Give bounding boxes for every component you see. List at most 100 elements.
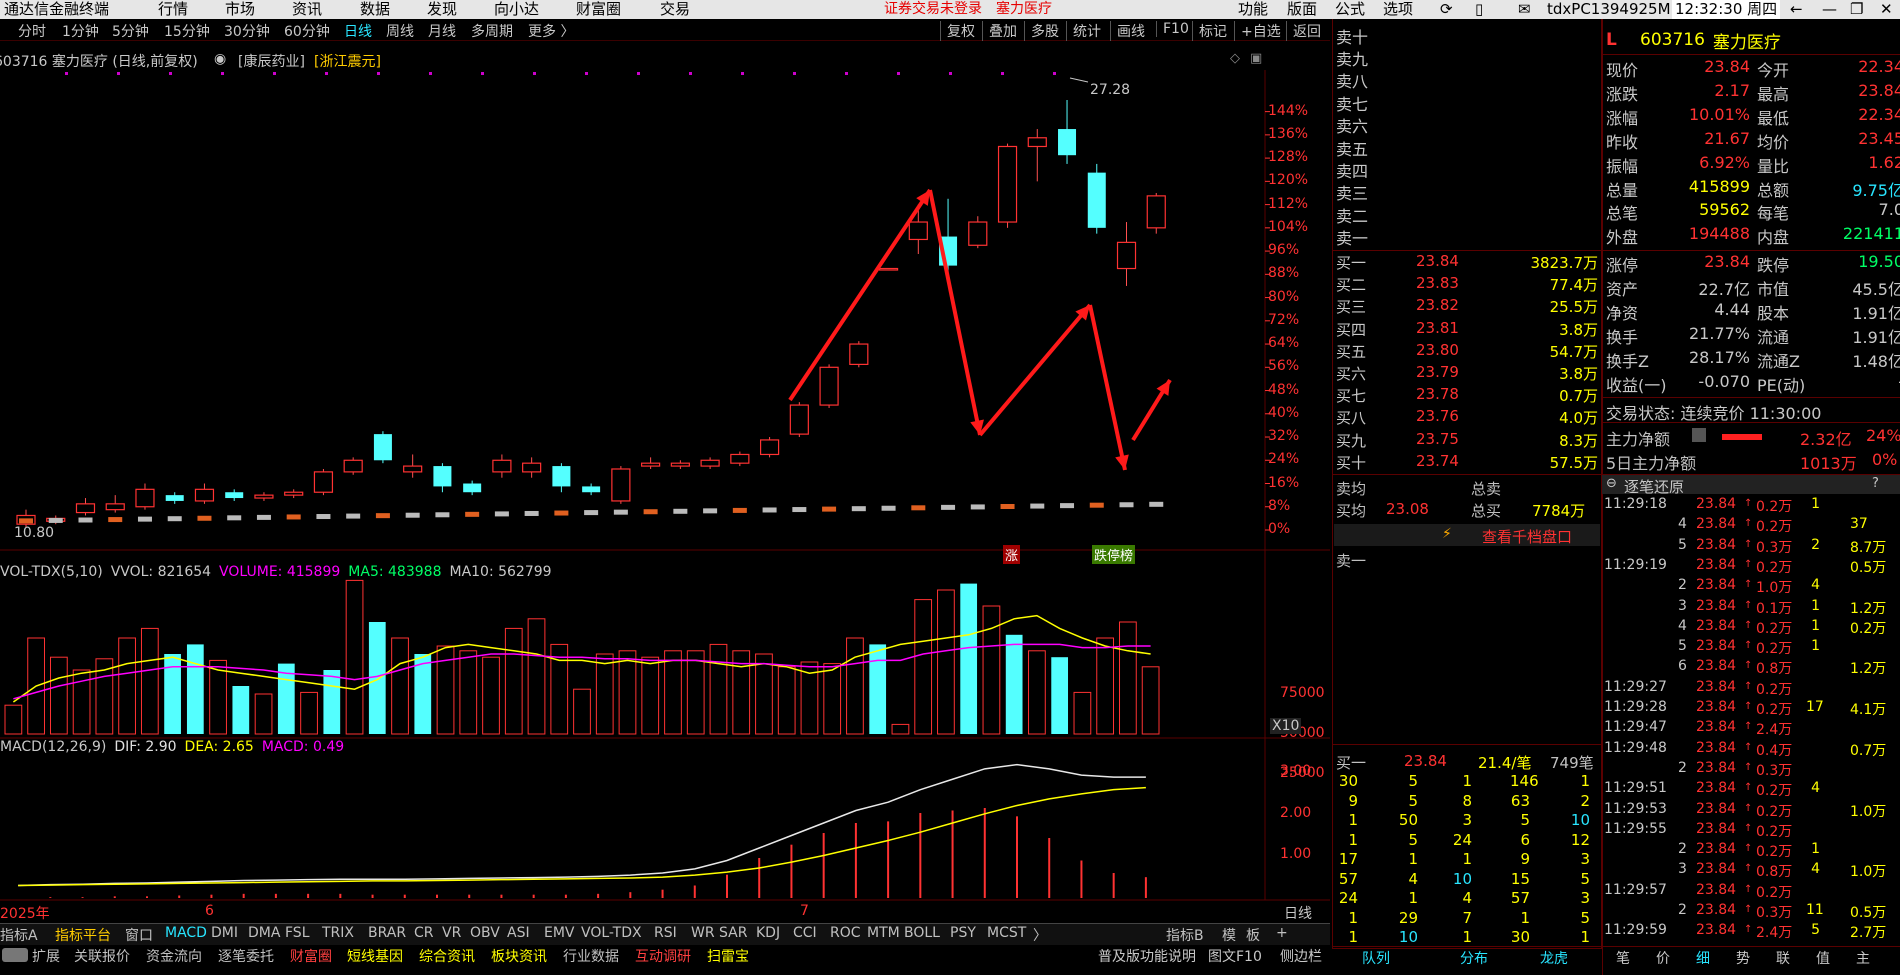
tick-tab-bi[interactable]: 笔 <box>1616 948 1630 968</box>
menu-gongshi[interactable]: 公式 <box>1335 0 1365 19</box>
bottom-link[interactable]: 板块资讯 <box>491 946 547 966</box>
indicator-tab[interactable]: CCI <box>793 925 817 941</box>
tool-f10[interactable]: F10 <box>1156 21 1189 37</box>
indicator-tab[interactable]: MTM <box>867 925 900 941</box>
bottom-link[interactable]: 关联报价 <box>74 946 130 966</box>
bottom-link[interactable]: 资金流向 <box>146 946 202 966</box>
indicator-tab[interactable]: 窗口 <box>125 925 153 945</box>
minimize-icon[interactable]: — <box>1822 0 1837 19</box>
notice-stock[interactable]: 塞力医疗 <box>996 0 1052 19</box>
indicator-tab[interactable]: CR <box>414 925 434 941</box>
tool-duogu[interactable]: 多股 <box>1024 21 1059 41</box>
login-notice[interactable]: 证券交易未登录 <box>884 0 982 19</box>
indicator-tab[interactable]: 指标A <box>0 925 38 945</box>
tool-biaoji[interactable]: 标记 <box>1192 21 1227 41</box>
menu-shuju[interactable]: 数据 <box>360 0 390 19</box>
status-sidebar[interactable]: 侧边栏 <box>1280 946 1322 966</box>
status-help[interactable]: 普及版功能说明 <box>1098 946 1196 966</box>
indicator-tab[interactable]: OBV <box>470 925 500 941</box>
tick-tab-jia[interactable]: 价 <box>1656 948 1670 968</box>
back-icon[interactable]: ← <box>1790 0 1803 19</box>
period-daily[interactable]: 日线 <box>344 21 372 41</box>
tool-diejia[interactable]: 叠加 <box>982 21 1017 41</box>
tool-fuquan[interactable]: 复权 <box>940 21 975 41</box>
ob-tab-queue[interactable]: 队列 <box>1362 948 1390 968</box>
indicator-tab[interactable]: DMA <box>248 925 280 941</box>
indicator-tab[interactable]: VOL-TDX <box>581 925 642 941</box>
bottom-link[interactable]: 扫雷宝 <box>707 946 749 966</box>
indicator-tab[interactable]: ROC <box>830 925 861 941</box>
tick-tab-zhi[interactable]: 值 <box>1816 948 1830 968</box>
period-60min[interactable]: 60分钟 <box>284 21 330 41</box>
menu-caifuquan[interactable]: 财富圈 <box>576 0 621 19</box>
help-icon[interactable]: ? <box>1872 476 1879 491</box>
collapse-icon[interactable]: ⊖ <box>1606 476 1617 491</box>
period-monthly[interactable]: 月线 <box>428 21 456 41</box>
view-thousand-button[interactable]: ⚡ 查看千档盘口 <box>1334 524 1600 546</box>
menu-banmian[interactable]: 版面 <box>1287 0 1317 19</box>
indicator-tab[interactable]: MCST <box>987 925 1026 941</box>
dropdown-icon[interactable]: ◉ <box>214 51 226 67</box>
ind-tab-ban[interactable]: 板 <box>1246 925 1260 945</box>
region-tag[interactable]: [浙江震元] <box>314 51 381 71</box>
period-fenshi[interactable]: 分时 <box>18 21 46 41</box>
ind-tab-plus[interactable]: + <box>1276 925 1288 941</box>
refresh-icon[interactable]: ⟳ <box>1440 0 1453 19</box>
period-30min[interactable]: 30分钟 <box>224 21 270 41</box>
menu-xiangxiaoda[interactable]: 向小达 <box>494 0 539 19</box>
ob-tab-dist[interactable]: 分布 <box>1460 948 1488 968</box>
ind-tab-mo[interactable]: 模 <box>1222 925 1236 945</box>
main-chart-area[interactable] <box>0 70 1330 920</box>
indicator-tab[interactable]: BRAR <box>368 925 406 941</box>
indicator-tab[interactable]: 〉 <box>1033 925 1047 945</box>
tool-huaxian[interactable]: 画线 <box>1110 21 1145 41</box>
tick-tab-zhu[interactable]: 主 <box>1856 948 1870 968</box>
ind-tab-b[interactable]: 指标B <box>1166 925 1204 945</box>
ob-tab-lhb[interactable]: 龙虎 <box>1540 948 1568 968</box>
indicator-tab[interactable]: PSY <box>950 925 976 941</box>
period-multi[interactable]: 多周期 <box>471 21 513 41</box>
zhang-badge[interactable]: 涨 <box>1003 545 1021 564</box>
tool-fanhui[interactable]: 返回 <box>1286 21 1321 41</box>
menu-jiaoyi[interactable]: 交易 <box>660 0 690 19</box>
user-id[interactable]: tdxPC1394925M <box>1547 0 1671 19</box>
window-icon[interactable]: ▣ <box>1250 51 1262 66</box>
bottom-link[interactable]: 财富圈 <box>290 946 332 966</box>
list-icon[interactable] <box>1692 428 1706 442</box>
indicator-tab[interactable]: DMI <box>211 925 238 941</box>
tool-zixuan[interactable]: +自选 <box>1234 21 1281 41</box>
menu-gongneng[interactable]: 功能 <box>1238 0 1268 19</box>
user-icon[interactable]: ✉ <box>1518 0 1531 19</box>
indicator-tab[interactable]: WR <box>691 925 715 941</box>
menu-toggle-icon[interactable] <box>2 948 28 962</box>
period-15min[interactable]: 15分钟 <box>164 21 210 41</box>
restore-icon[interactable]: ❐ <box>1850 0 1863 19</box>
indicator-tab[interactable]: BOLL <box>904 925 940 941</box>
tick-tab-lian[interactable]: 联 <box>1776 948 1790 968</box>
indicator-tab[interactable]: RSI <box>654 925 677 941</box>
indicator-tab[interactable]: 指标平台 <box>55 925 111 945</box>
menu-zixun[interactable]: 资讯 <box>292 0 322 19</box>
limit-badge[interactable]: 跌停榜 <box>1092 545 1136 564</box>
tick-tab-shi[interactable]: 势 <box>1736 948 1750 968</box>
status-f10[interactable]: 图文F10 <box>1208 946 1262 966</box>
period-more[interactable]: 更多 〉 <box>528 21 574 41</box>
indicator-tab[interactable]: EMV <box>544 925 575 941</box>
bottom-link[interactable]: 扩展 <box>32 946 60 966</box>
close-icon[interactable]: ✕ <box>1880 0 1893 19</box>
bottom-link[interactable]: 短线基因 <box>347 946 403 966</box>
period-5min[interactable]: 5分钟 <box>112 21 149 41</box>
bottom-link[interactable]: 互动调研 <box>635 946 691 966</box>
indicator-tab[interactable]: FSL <box>285 925 310 941</box>
menu-shichang[interactable]: 市场 <box>225 0 255 19</box>
menu-faxian[interactable]: 发现 <box>427 0 457 19</box>
tool-tongji[interactable]: 统计 <box>1066 21 1101 41</box>
menu-xuanxiang[interactable]: 选项 <box>1383 0 1413 19</box>
phone-icon[interactable]: ▯ <box>1475 0 1483 19</box>
diamond-icon[interactable]: ◇ <box>1230 51 1240 66</box>
indicator-tab[interactable]: SAR <box>719 925 747 941</box>
indicator-tab[interactable]: MACD <box>165 925 207 941</box>
indicator-tab[interactable]: ASI <box>507 925 530 941</box>
concept-tag[interactable]: [康辰药业] <box>238 51 305 71</box>
indicator-tab[interactable]: VR <box>442 925 461 941</box>
